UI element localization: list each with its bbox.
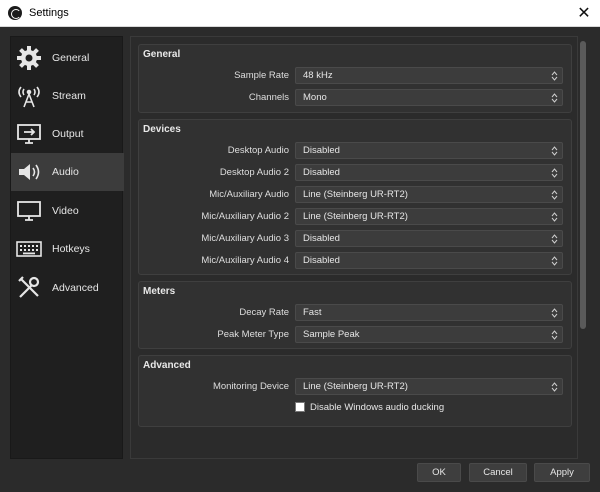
mic-aux-audio-select[interactable]: Line (Steinberg UR-RT2) bbox=[295, 186, 563, 203]
sidebar-item-label: Advanced bbox=[52, 282, 99, 294]
window-title: Settings bbox=[29, 7, 69, 19]
monitor-icon bbox=[15, 197, 43, 225]
sidebar-item-audio[interactable]: Audio bbox=[11, 153, 124, 191]
updown-arrows-icon bbox=[548, 328, 560, 341]
antenna-icon bbox=[15, 82, 43, 110]
device-row: Mic/Auxiliary Audio 4 Disabled bbox=[139, 252, 573, 270]
apply-button[interactable]: Apply bbox=[534, 463, 590, 482]
updown-arrows-icon bbox=[548, 306, 560, 319]
device-row: Mic/Auxiliary Audio 2 Line (Steinberg UR… bbox=[139, 208, 573, 226]
device-row: Desktop Audio Disabled bbox=[139, 142, 573, 160]
group-title: General bbox=[143, 49, 181, 60]
desktop-audio-select[interactable]: Disabled bbox=[295, 142, 563, 159]
channels-row: Channels Mono bbox=[139, 89, 573, 107]
ducking-checkbox-row[interactable]: Disable Windows audio ducking bbox=[295, 400, 444, 414]
device-row: Mic/Auxiliary Audio Line (Steinberg UR-R… bbox=[139, 186, 573, 204]
ducking-label: Disable Windows audio ducking bbox=[310, 401, 445, 413]
monitoring-device-select[interactable]: Line (Steinberg UR-RT2) bbox=[295, 378, 563, 395]
sidebar-item-hotkeys[interactable]: Hotkeys bbox=[11, 230, 124, 268]
updown-arrows-icon bbox=[548, 380, 560, 393]
sidebar-item-stream[interactable]: Stream bbox=[11, 77, 124, 115]
devices-group: Devices Desktop Audio Disabled Desktop A… bbox=[138, 119, 572, 275]
channels-label: Channels bbox=[248, 92, 289, 103]
monitor-arrow-icon bbox=[15, 120, 43, 148]
meters-group: Meters Decay Rate Fast Peak Meter Type S… bbox=[138, 281, 572, 349]
decay-rate-select[interactable]: Fast bbox=[295, 304, 563, 321]
sidebar-item-label: General bbox=[52, 52, 90, 64]
peak-meter-type-select[interactable]: Sample Peak bbox=[295, 326, 563, 343]
mic-aux-audio-2-select[interactable]: Line (Steinberg UR-RT2) bbox=[295, 208, 563, 225]
monitoring-device-row: Monitoring Device Line (Steinberg UR-RT2… bbox=[139, 378, 573, 396]
channels-select[interactable]: Mono bbox=[295, 89, 563, 106]
cancel-button[interactable]: Cancel bbox=[469, 463, 527, 482]
updown-arrows-icon bbox=[548, 91, 560, 104]
group-title: Advanced bbox=[143, 360, 191, 371]
keyboard-icon bbox=[15, 235, 43, 263]
tools-icon bbox=[15, 274, 43, 302]
mic-aux-audio-4-select[interactable]: Disabled bbox=[295, 252, 563, 269]
close-icon[interactable]: ✕ bbox=[568, 0, 600, 26]
advanced-group: Advanced Monitoring Device Line (Steinbe… bbox=[138, 355, 572, 427]
updown-arrows-icon bbox=[548, 69, 560, 82]
sample-rate-label: Sample Rate bbox=[234, 70, 289, 81]
updown-arrows-icon bbox=[548, 232, 560, 245]
group-title: Meters bbox=[143, 286, 176, 297]
device-row: Mic/Auxiliary Audio 3 Disabled bbox=[139, 230, 573, 248]
sidebar-item-video[interactable]: Video bbox=[11, 192, 124, 230]
obs-logo-icon bbox=[8, 6, 22, 20]
updown-arrows-icon bbox=[548, 166, 560, 179]
sidebar-item-label: Output bbox=[52, 128, 84, 140]
updown-arrows-icon bbox=[548, 188, 560, 201]
peak-meter-row: Peak Meter Type Sample Peak bbox=[139, 326, 573, 344]
updown-arrows-icon bbox=[548, 210, 560, 223]
sidebar-item-label: Video bbox=[52, 205, 79, 217]
title-bar: Settings ✕ bbox=[0, 0, 600, 27]
settings-window: General Stream Output Audio Video Hotkey… bbox=[0, 27, 600, 492]
vertical-scrollbar[interactable] bbox=[579, 41, 587, 453]
scroll-thumb[interactable] bbox=[580, 41, 586, 329]
updown-arrows-icon bbox=[548, 254, 560, 267]
device-row: Desktop Audio 2 Disabled bbox=[139, 164, 573, 182]
group-title: Devices bbox=[143, 124, 181, 135]
sample-rate-row: Sample Rate 48 kHz bbox=[139, 67, 573, 85]
sidebar: General Stream Output Audio Video Hotkey… bbox=[10, 36, 124, 459]
updown-arrows-icon bbox=[548, 144, 560, 157]
sidebar-item-label: Audio bbox=[52, 166, 79, 178]
desktop-audio-2-select[interactable]: Disabled bbox=[295, 164, 563, 181]
speaker-icon bbox=[15, 158, 43, 186]
sidebar-item-advanced[interactable]: Advanced bbox=[11, 269, 124, 307]
sample-rate-select[interactable]: 48 kHz bbox=[295, 67, 563, 84]
sidebar-item-label: Stream bbox=[52, 90, 86, 102]
general-group: General Sample Rate 48 kHz Channels Mono bbox=[138, 44, 572, 113]
mic-aux-audio-3-select[interactable]: Disabled bbox=[295, 230, 563, 247]
ok-button[interactable]: OK bbox=[417, 463, 461, 482]
settings-content: General Sample Rate 48 kHz Channels Mono… bbox=[130, 36, 578, 459]
decay-rate-row: Decay Rate Fast bbox=[139, 304, 573, 322]
sidebar-item-label: Hotkeys bbox=[52, 243, 90, 255]
sidebar-item-output[interactable]: Output bbox=[11, 115, 124, 153]
ducking-checkbox[interactable] bbox=[295, 402, 305, 412]
gear-icon bbox=[15, 44, 43, 72]
sidebar-item-general[interactable]: General bbox=[11, 39, 124, 77]
